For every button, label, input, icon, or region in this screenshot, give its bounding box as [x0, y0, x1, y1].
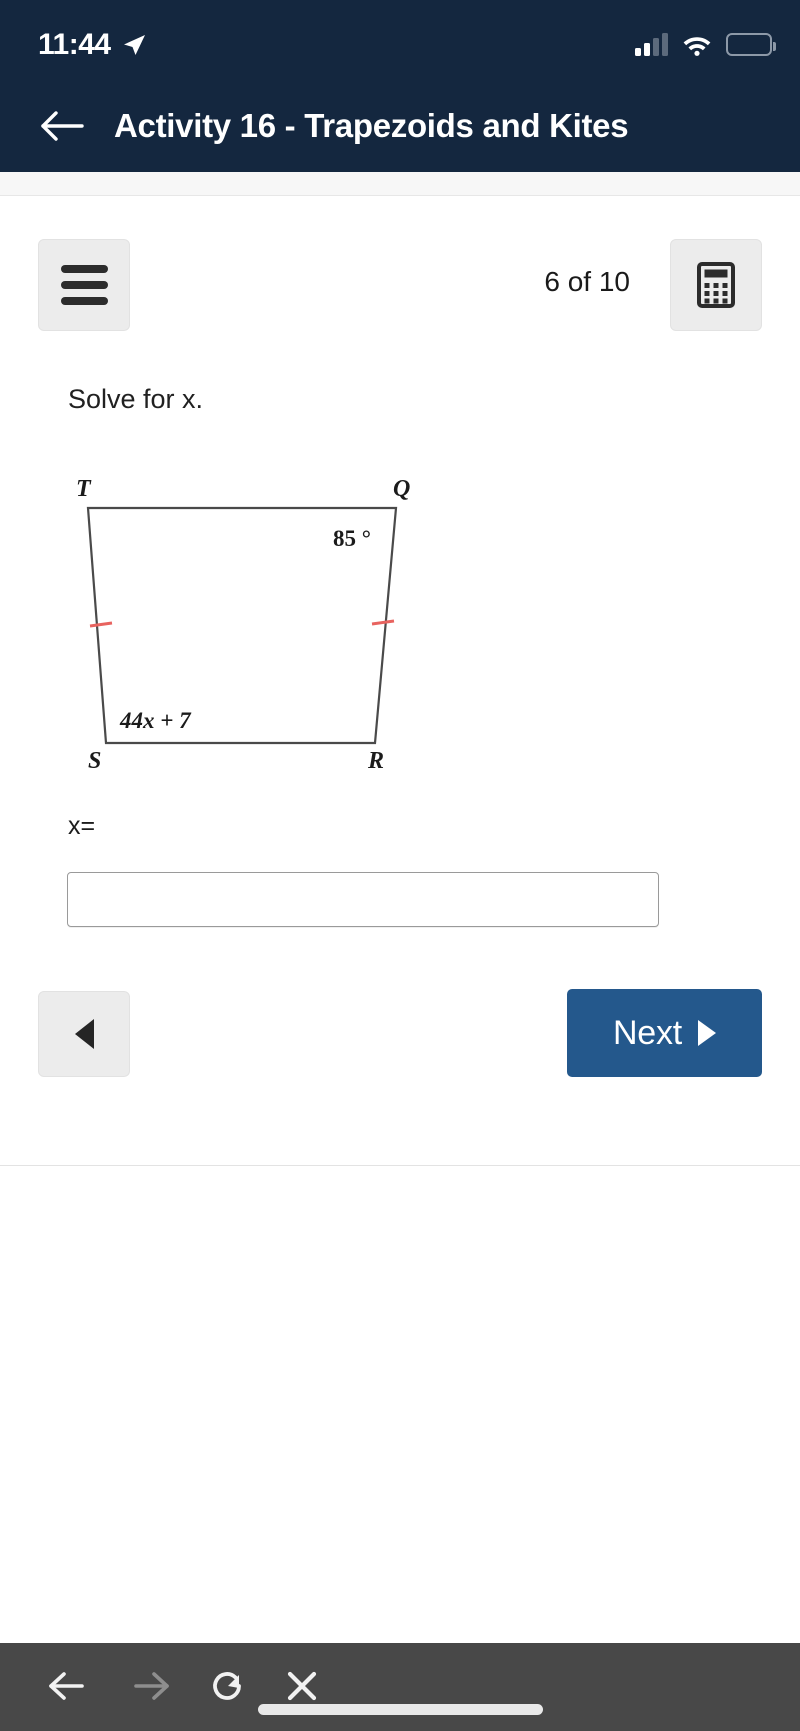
- browser-toolbar: [0, 1643, 800, 1731]
- triangle-left-icon: [74, 1019, 94, 1049]
- status-bar-right: [635, 32, 776, 56]
- app-header: Activity 16 - Trapezoids and Kites: [0, 80, 800, 172]
- calculator-button[interactable]: [670, 239, 762, 331]
- hamburger-menu-icon: [60, 265, 108, 305]
- calculator-icon: [697, 262, 735, 308]
- cellular-signal-icon: [635, 32, 668, 56]
- vertex-label-R: R: [367, 748, 384, 774]
- tick-mark-left-icon: [89, 621, 113, 628]
- top-chrome: 11:44 Activity 16 - Trapezoids and Kites: [0, 0, 800, 172]
- status-time: 11:44: [38, 27, 111, 61]
- next-button-label: Next: [612, 1013, 683, 1052]
- arrow-left-icon[interactable]: [46, 1666, 92, 1706]
- close-x-icon[interactable]: [282, 1666, 322, 1706]
- battery-icon: [726, 33, 776, 56]
- vertex-label-T: T: [76, 476, 92, 502]
- page-top-gap: [0, 172, 800, 196]
- next-button[interactable]: Next: [567, 989, 762, 1077]
- quiz-card: 6 of 10 Solve for x. T Q S R 85 ° 44x + …: [0, 196, 800, 1166]
- status-bar-left: 11:44: [38, 28, 147, 62]
- page-title: Activity 16 - Trapezoids and Kites: [114, 107, 629, 144]
- reload-icon[interactable]: [206, 1665, 248, 1707]
- trapezoid-diagram: T Q S R 85 ° 44x + 7: [76, 476, 410, 774]
- wifi-icon: [683, 37, 711, 56]
- vertex-label-S: S: [88, 748, 101, 774]
- menu-button[interactable]: [38, 239, 130, 331]
- browser-toolbar-icons: [46, 1665, 322, 1707]
- angle-label-Q: 85 °: [333, 526, 371, 551]
- arrow-right-icon[interactable]: [126, 1666, 172, 1706]
- phone-screen: 11:44 Activity 16 - Trapezoids and Kites…: [0, 0, 800, 1731]
- answer-input[interactable]: [67, 872, 659, 927]
- page-blank-area: [0, 1167, 800, 1643]
- previous-button[interactable]: [38, 991, 130, 1077]
- tick-mark-right-icon: [371, 619, 395, 626]
- vertex-label-Q: Q: [393, 476, 410, 502]
- status-bar: 11:44: [0, 0, 800, 75]
- answer-label: x=: [68, 812, 96, 840]
- geometry-figure: T Q S R 85 ° 44x + 7: [48, 468, 448, 778]
- question-prompt: Solve for x.: [68, 384, 204, 414]
- expression-label-S: 44x + 7: [119, 708, 192, 733]
- triangle-right-icon: [698, 1020, 717, 1046]
- quiz-toolbar: 6 of 10: [0, 239, 800, 331]
- back-arrow-icon[interactable]: [40, 108, 84, 144]
- question-progress: 6 of 10: [544, 266, 630, 297]
- home-indicator: [258, 1704, 543, 1715]
- location-arrow-icon: [123, 34, 145, 55]
